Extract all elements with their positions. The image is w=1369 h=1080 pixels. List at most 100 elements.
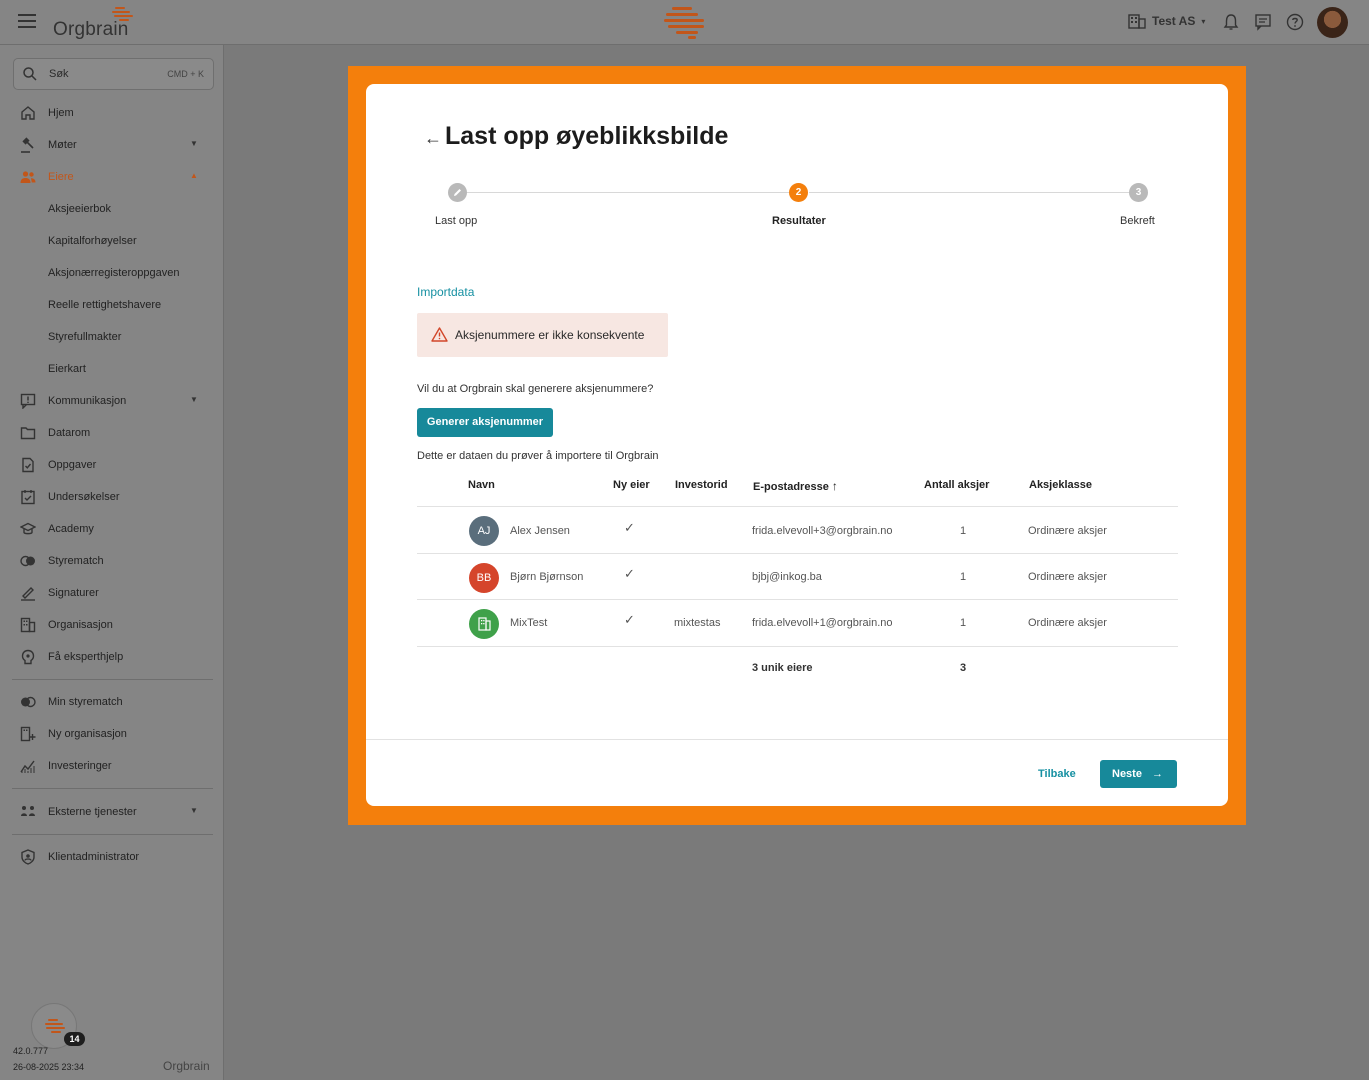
investor-id: mixtestas: [674, 617, 721, 629]
notification-badge: 14: [64, 1032, 85, 1046]
check-icon: ✓: [624, 520, 635, 535]
sidebar-item-undersokelser[interactable]: Undersøkelser: [0, 481, 224, 513]
sidebar-item-label: Oppgaver: [48, 459, 97, 471]
sidebar-item-investeringer[interactable]: Investeringer: [0, 750, 224, 782]
chevron-down-icon: ▼: [190, 806, 198, 815]
sidebar: Søk CMD + K Hjem Møter ▼ Eiere ▲ Aksjeei…: [0, 45, 224, 1080]
back-button[interactable]: Tilbake: [1038, 768, 1076, 780]
sidebar-item-ny-organisasjon[interactable]: Ny organisasjon: [0, 718, 224, 750]
sidebar-item-organisasjon[interactable]: Organisasjon: [0, 609, 224, 641]
total-owners: 3 unik eiere: [752, 662, 813, 674]
generate-share-numbers-button[interactable]: Generer aksjenummer: [417, 408, 553, 437]
sidebar-item-label: Klientadministrator: [48, 851, 140, 863]
owner-email: frida.elvevoll+1@orgbrain.no: [752, 617, 893, 629]
sidebar-item-eierkart[interactable]: Eierkart: [0, 353, 224, 385]
chat-icon[interactable]: [1253, 12, 1273, 32]
sidebar-item-label: Eiere: [48, 171, 74, 183]
share-count: 1: [960, 617, 967, 629]
sidebar-item-label: Kapitalforhøyelser: [48, 235, 137, 247]
sidebar-item-eiere[interactable]: Eiere ▲: [0, 161, 224, 193]
people-icon: [20, 171, 36, 183]
menu-icon[interactable]: [18, 14, 36, 28]
expert-help-icon: [21, 649, 35, 665]
check-icon: ✓: [624, 612, 635, 627]
sidebar-item-signaturer[interactable]: Signaturer: [0, 577, 224, 609]
sidebar-item-klientadministrator[interactable]: Klientadministrator: [0, 841, 224, 873]
sidebar-item-aksjeeierbok[interactable]: Aksjeeierbok: [0, 193, 224, 225]
folder-icon: [20, 427, 36, 440]
company-name: Test AS: [1152, 14, 1196, 28]
building-icon: [478, 617, 491, 631]
warning-alert: Aksjenummere er ikke konsekvente: [417, 313, 668, 357]
footer-divider: [366, 739, 1228, 740]
column-header-investor-id[interactable]: Investorid: [675, 479, 728, 491]
sidebar-item-styrefullmakter[interactable]: Styrefullmakter: [0, 321, 224, 353]
sidebar-item-styrematch[interactable]: Styrematch: [0, 545, 224, 577]
search-box[interactable]: Søk CMD + K: [13, 58, 214, 90]
gavel-icon: [21, 137, 34, 153]
column-header-email[interactable]: E-postadresse ↑: [753, 479, 838, 493]
step-label-confirm: Bekreft: [1120, 215, 1155, 227]
arrow-right-icon: →: [1152, 768, 1163, 780]
dialog-title: Last opp øyeblikksbilde: [445, 122, 729, 150]
sidebar-item-label: Reelle rettighetshavere: [48, 299, 162, 311]
add-building-icon: [20, 726, 36, 742]
column-header-shares[interactable]: Antall aksjer: [924, 479, 989, 491]
column-header-name[interactable]: Navn: [468, 479, 495, 491]
sidebar-item-reelle-rettighetshavere[interactable]: Reelle rettighetshavere: [0, 289, 224, 321]
next-button[interactable]: Neste →: [1100, 760, 1177, 788]
check-icon: ✓: [624, 566, 635, 581]
company-switcher[interactable]: Test AS ▾: [1128, 13, 1205, 29]
help-icon[interactable]: [1285, 12, 1305, 32]
sidebar-item-label: Møter: [48, 139, 77, 151]
next-button-label: Neste: [1112, 768, 1142, 780]
brain-logo-icon: [112, 7, 133, 21]
share-class: Ordinære aksjer: [1028, 571, 1107, 583]
sidebar-item-label: Eksterne tjenester: [48, 806, 137, 818]
owner-name: Bjørn Bjørnson: [510, 571, 584, 583]
share-class: Ordinære aksjer: [1028, 525, 1107, 537]
sidebar-item-label: Aksjonærregisteroppgaven: [48, 267, 180, 279]
sidebar-item-label: Undersøkelser: [48, 491, 120, 503]
owner-name: MixTest: [510, 617, 548, 629]
total-shares: 3: [960, 662, 967, 674]
sort-ascending-icon: ↑: [831, 479, 838, 493]
match-icon: [20, 555, 35, 567]
share-class: Ordinære aksjer: [1028, 617, 1107, 629]
column-header-email-label: E-postadresse: [753, 481, 829, 493]
sidebar-divider: [12, 679, 213, 680]
back-arrow-icon[interactable]: ←: [424, 128, 442, 149]
step-label-results: Resultater: [772, 215, 826, 227]
column-header-new-owner[interactable]: Ny eier: [613, 479, 650, 491]
owner-email: bjbj@inkog.ba: [752, 571, 822, 583]
sidebar-item-moter[interactable]: Møter ▼: [0, 129, 224, 161]
sidebar-item-datarom[interactable]: Datarom: [0, 417, 224, 449]
sidebar-item-academy[interactable]: Academy: [0, 513, 224, 545]
building-icon: [20, 617, 36, 633]
sidebar-item-kapitalforhoyelser[interactable]: Kapitalforhøyelser: [0, 225, 224, 257]
sidebar-item-label: Ny organisasjon: [48, 728, 127, 740]
column-header-share-class[interactable]: Aksjeklasse: [1029, 479, 1092, 491]
sidebar-item-label: Kommunikasjon: [48, 395, 127, 407]
sidebar-divider: [12, 788, 213, 789]
sidebar-item-eksterne-tjenester[interactable]: Eksterne tjenester ▼: [0, 796, 224, 828]
home-icon: [21, 106, 35, 120]
sidebar-item-aksjonaerregisteroppgaven[interactable]: Aksjonærregisteroppgaven: [0, 257, 224, 289]
survey-icon: [21, 490, 35, 505]
step-3: 3: [1129, 183, 1148, 202]
bell-icon[interactable]: [1221, 12, 1241, 32]
search-shortcut: CMD + K: [167, 69, 204, 79]
sidebar-item-label: Eierkart: [48, 363, 86, 375]
sidebar-item-min-styrematch[interactable]: Min styrematch: [0, 686, 224, 718]
avatar: BB: [469, 563, 499, 593]
sidebar-item-oppgaver[interactable]: Oppgaver: [0, 449, 224, 481]
sidebar-item-fa-eksperthjelp[interactable]: Få eksperthjelp: [0, 641, 224, 673]
sidebar-item-label: Styrefullmakter: [48, 331, 122, 343]
user-avatar[interactable]: [1317, 7, 1348, 38]
sidebar-divider: [12, 834, 213, 835]
sidebar-item-label: Aksjeeierbok: [48, 203, 111, 215]
chevron-down-icon: ▼: [190, 139, 198, 148]
sidebar-item-kommunikasjon[interactable]: Kommunikasjon ▼: [0, 385, 224, 417]
sidebar-item-hjem[interactable]: Hjem: [0, 97, 224, 129]
pencil-icon: [454, 189, 461, 196]
